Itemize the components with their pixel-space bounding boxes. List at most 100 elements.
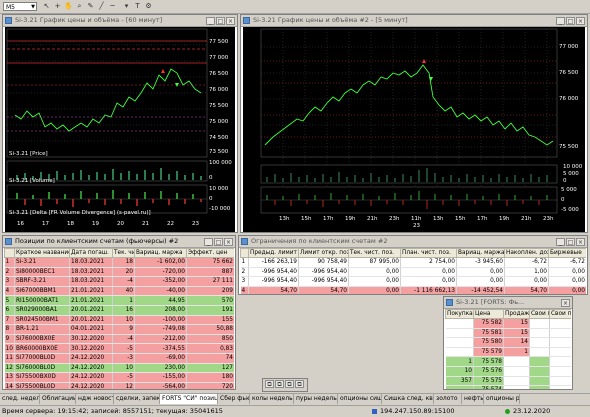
col-header[interactable]: Вариац. маржа [134,248,187,258]
restore-icon[interactable]: ⧉ [265,380,274,388]
table-row[interactable]: 13 Si75500BX0D 24.12.2020 -5 -155,00 180 [4,372,234,383]
table-row[interactable]: 5 RI150000BAT1 21.01.2021 1 44,95 570 [4,295,234,306]
orderbook-titlebar[interactable]: Si-3.21 [FORTS: Фь... × [444,297,572,309]
table-row[interactable]: 8 BR-1.21 04.01.2021 9 -749,08 50,88 [4,324,234,335]
table-row[interactable]: 3 -996 954,40 -996 954,40 0,00 0,00 0,00 0,00 0… [240,276,586,287]
col-header[interactable]: Эффект. цен [186,248,234,258]
col-header[interactable]: Цена [473,309,504,319]
hand-icon[interactable]: ✋ [64,2,73,11]
chart2-area[interactable]: 77 000 76 500 76 000 75 500 10 000 5 000… [243,27,585,232]
line-tool-icon[interactable]: ╱ [97,2,106,11]
col-header[interactable] [4,248,15,258]
table-row[interactable]: 11 Si77000BL0D 24.12.2020 -3 -69,00 74 [4,353,234,364]
orderbook-row[interactable]: 75 580 14 [445,337,571,348]
table-row[interactable]: 2 Si80000BEC1 18.03.2021 20 -720,00 887 [4,267,234,278]
cell-own_s [549,385,571,389]
cell-vm: -352,00 [134,276,187,287]
workspace-tab[interactable]: Облигации [40,394,76,404]
table-row[interactable]: 1 -166 263,19 90 758,49 87 995,00 2 754,00 -3… [240,257,586,268]
workspace-tab[interactable]: ндж новости [76,394,114,404]
workspace-tab[interactable]: нефть [462,394,484,404]
maximize-icon[interactable]: □ [216,17,225,25]
col-header[interactable]: План. чист. поз. [400,248,457,258]
maximize-icon[interactable]: □ [214,238,223,246]
col-header[interactable]: Дата погаш. [69,248,113,258]
orderbook-row[interactable]: 75 579 1 [445,347,571,358]
col-header[interactable]: Свои пр [549,309,571,319]
table-row[interactable]: 2 -996 954,40 -996 954,40 0,00 0,00 0,00 1,00 0… [240,267,586,278]
maximize-icon[interactable]: □ [566,238,575,246]
col-header[interactable]: Покупка [445,309,474,319]
orderbook-row[interactable]: 1 75 578 [445,356,571,367]
workspace-tab[interactable]: опционы ртс [484,394,520,404]
table-row[interactable]: 4 54,70 54,70 0,00 -1 116 662,13 -14 452,54 54… [240,286,586,294]
workspace-tab[interactable]: Сбер фьюч [218,394,250,404]
table-row[interactable]: 9 Si76000BX0E 30.12.2020 -4 -212,00 850 [4,334,234,345]
restore-icon[interactable]: ⧉ [285,380,294,388]
settings-icon[interactable]: ⚙ [144,2,153,11]
horizontal-line-icon[interactable]: ─ [108,2,117,11]
col-header[interactable]: Тек. чист. [112,248,135,258]
workspace-tab[interactable]: опционы сишка [338,394,382,404]
close-icon[interactable]: × [576,17,585,25]
col-header[interactable]: Продажа [503,309,530,319]
col-header[interactable]: Свои по [529,309,550,319]
table-row[interactable]: 4 Si67000BBM1 21.01.2021 40 -40,00 209 [4,286,234,297]
minimize-icon[interactable]: _ [556,238,565,246]
chart2-titlebar[interactable]: Si-3.21 График цены и объёма #2 - [5 мин… [241,15,587,27]
col-header[interactable]: Накоплен. доход [504,248,549,258]
col-header[interactable]: Краткое название [14,248,70,258]
restore-icon[interactable]: ⧉ [295,380,304,388]
minimize-icon[interactable]: _ [204,238,213,246]
cell-name: Si76000BL0D [14,363,70,374]
table-row[interactable]: 7 SR024500BM1 20.01.2021 10 -100,00 155 [4,315,234,326]
minimize-icon[interactable]: _ [206,17,215,25]
minimize-icon[interactable]: _ [556,17,565,25]
table-row[interactable]: 14 Si75500BL0D 24.12.2020 12 -564,00 720 [4,382,234,389]
workspace-tab[interactable]: Сишка след. квартал [382,394,434,404]
orderbook-row[interactable]: 357 75 575 [445,376,571,387]
workspace-tab[interactable]: колы неделька [250,394,294,404]
workspace-tab[interactable]: золото [434,394,462,404]
close-icon[interactable]: × [226,17,235,25]
orderbook-row[interactable]: 10 75 576 [445,366,571,377]
maximize-icon[interactable]: □ [566,17,575,25]
cursor-icon[interactable]: ↖ [42,2,51,11]
zoom-icon[interactable]: ⌕ [75,2,84,11]
orderbook-row[interactable]: 75 581 15 [445,328,571,339]
workspace-tab[interactable]: FORTS "СИ" позиции [160,394,218,404]
table-row[interactable]: 12 Si76000BL0D 24.12.2020 10 230,00 127 [4,363,234,374]
workspace-tab[interactable]: пуры неделька [294,394,338,404]
chart1-svg [6,28,208,214]
workspace-tab[interactable]: сделки, запеки [114,394,160,404]
cell-n: 2 [4,267,15,278]
orderbook-row[interactable]: 75 574 [445,385,571,389]
dropdown-icon[interactable]: ▾ [122,2,131,11]
timeframe-select[interactable]: M5 ▼ [3,2,37,11]
col-header[interactable]: Тек. чист. поз. [348,248,401,258]
col-header[interactable]: Лимит откр. поз. [298,248,349,258]
close-icon[interactable]: × [224,238,233,246]
orderbook-row[interactable]: 75 582 15 [445,318,571,329]
restore-icon[interactable]: ⧉ [275,380,284,388]
chart2-time-axis: 13h 15h 17h 19h 21h 23h 11h 13h 15h 17h … [261,215,557,231]
text-tool-icon[interactable]: T [133,2,142,11]
table-row[interactable]: 6 SR029000BA1 20.01.2021 16 208,00 191 [4,305,234,316]
table-row[interactable]: 1 Si-3.21 18.03.2021 18 -1 602,00 75 662 [4,257,234,268]
positions-titlebar[interactable]: Позиции по клиентским счетам (фьючерсы) … [3,236,235,248]
chart1-area[interactable]: 77 500 77 000 76 500 76 000 75 500 75 00… [5,27,235,232]
chart1-titlebar[interactable]: Si-3.21 График цены и объёма - [60 минут… [3,15,237,27]
table-row[interactable]: 10 BR60000BX0E 30.12.2020 -5 -374,55 0,83 [4,343,234,354]
cell-price: 0,83 [186,343,234,354]
col-header[interactable]: Вариац. маржа [456,248,505,258]
workspace-tab[interactable]: след. неделя [0,394,40,404]
close-icon[interactable]: × [576,238,585,246]
crosshair-icon[interactable]: + [53,2,62,11]
close-icon[interactable]: × [561,299,570,307]
limits-titlebar[interactable]: Ограничения по клиентским счетам #2 _ □ × [239,236,587,248]
col-header[interactable]: Биржевые [548,248,586,258]
table-row[interactable]: 3 SBRF-3.21 18.03.2021 -4 -352,00 27 111 [4,276,234,287]
price-tick: 75 000 [209,119,229,125]
col-header[interactable]: Предыд. лимит [248,248,299,258]
pencil-icon[interactable]: ✎ [86,2,95,11]
